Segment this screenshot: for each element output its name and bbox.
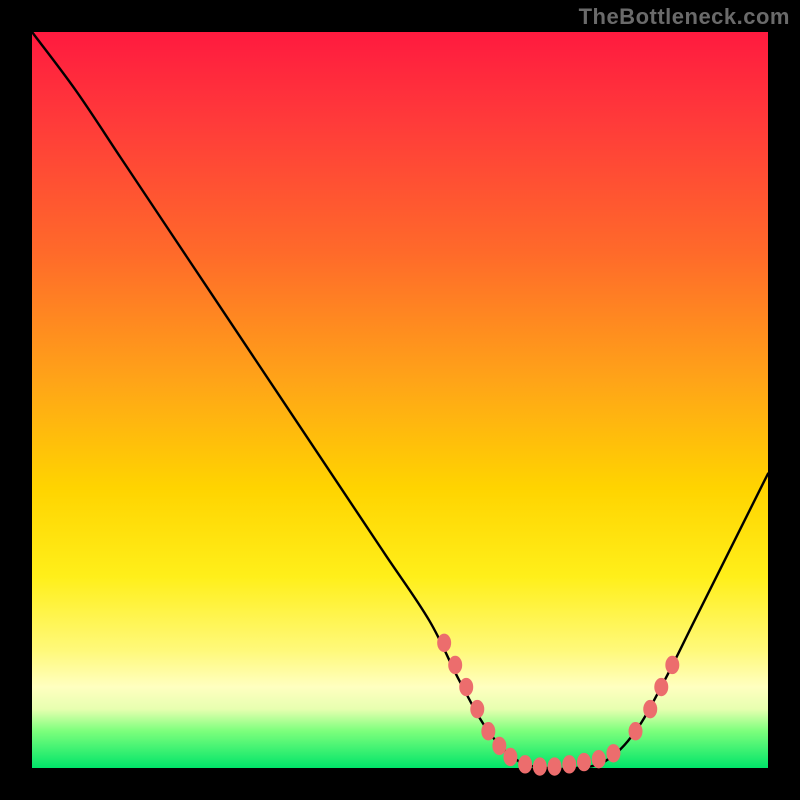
marker-layer [437,634,679,776]
marker-dot [533,757,547,775]
marker-dot [592,750,606,768]
marker-dot [448,656,462,674]
marker-dot [577,753,591,771]
marker-dot [665,656,679,674]
chart-stage: TheBottleneck.com [0,0,800,800]
attribution-text: TheBottleneck.com [579,4,790,30]
marker-dot [492,737,506,755]
marker-dot [470,700,484,718]
marker-dot [459,678,473,696]
marker-dot [437,634,451,652]
marker-dot [548,757,562,775]
plot-area [32,32,768,768]
marker-dot [503,748,517,766]
marker-dot [518,755,532,773]
marker-dot [606,744,620,762]
marker-dot [562,755,576,773]
marker-dot [481,722,495,740]
marker-dot [643,700,657,718]
bottleneck-curve [32,32,768,769]
marker-dot [654,678,668,696]
marker-dot [629,722,643,740]
chart-svg [32,32,768,768]
